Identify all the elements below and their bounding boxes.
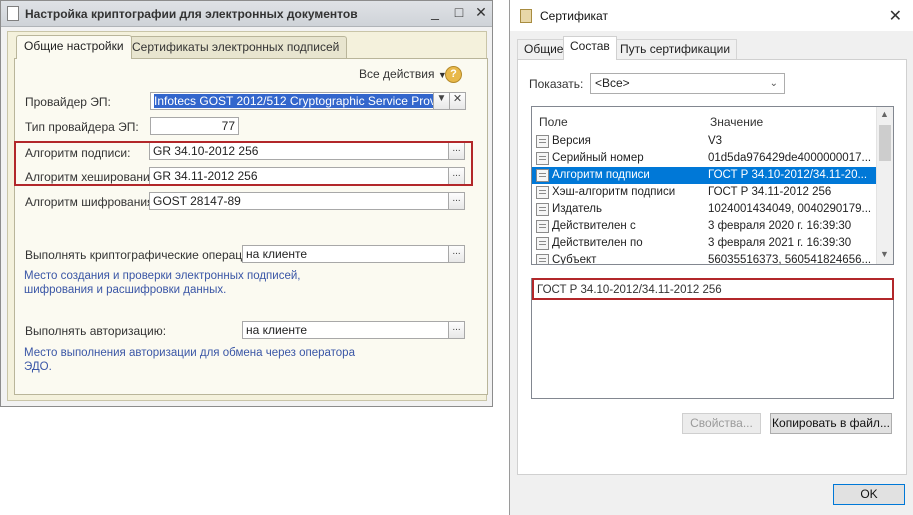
crypto-ops-hint-2: шифрования и расшифровки данных. [24,284,227,296]
highlight-frame [532,278,894,300]
show-label: Показать: [529,77,584,91]
auth-hint-1: Место выполнения авторизации для обмена … [24,347,355,359]
copy-to-file-button[interactable]: Копировать в файл... [770,413,892,434]
certificate-icon [520,9,532,23]
field-icon [536,203,549,216]
field-name: Субъект [552,254,597,265]
highlight-frame [14,141,473,186]
enc-alg-label: Алгоритм шифрования: [25,195,157,209]
field-icon [536,220,549,233]
field-name: Версия [552,135,591,147]
field-icon [536,169,549,182]
field-name: Действителен с [552,220,636,232]
tab-signature-certificates[interactable]: Сертификаты электронных подписей [124,36,348,58]
field-value: 3 февраля 2021 г. 16:39:30 [708,237,852,249]
select-button[interactable]: ... [448,245,465,263]
field-value: ГОСТ Р 34.11-2012 256 [708,186,832,198]
column-value-header[interactable]: Значение [710,115,763,129]
list-item[interactable]: Версия V3 [532,133,877,150]
title-bar: Сертификат ✕ [510,0,913,31]
provider-value: Infotecs GOST 2012/512 Cryptographic Ser… [154,94,433,108]
field-value: 56035516373, 560541824656... [708,254,872,265]
title-bar: Настройка криптографии для электронных д… [1,1,492,27]
auth-label: Выполнять авторизацию: [25,324,167,338]
tab-general-settings[interactable]: Общие настройки [16,35,132,59]
clear-icon[interactable]: ✕ [449,92,466,110]
details-panel: Показать: <Все> ⌄ Поле Значение Версия V3… [517,59,907,475]
field-value: 01d5da976429de4000000017... [708,152,872,164]
crypto-ops-label: Выполнять криптографические операции: [25,248,259,262]
field-value: ГОСТ Р 34.10-2012/34.11-20... [708,169,868,181]
field-icon [536,152,549,165]
show-select[interactable]: <Все> ⌄ [590,73,785,94]
field-name: Действителен по [552,237,643,249]
field-name: Алгоритм подписи [552,169,650,181]
list-item[interactable]: Издатель 1024001434049, 0040290179... [532,201,877,218]
provider-type-label: Тип провайдера ЭП: [25,120,139,134]
properties-button[interactable]: Свойства... [682,413,761,434]
tab-certification-path[interactable]: Путь сертификации [613,39,738,59]
scroll-thumb[interactable] [879,125,891,161]
field-value: 3 февраля 2020 г. 16:39:30 [708,220,852,232]
field-name: Серийный номер [552,152,644,164]
list-item[interactable]: Хэш-алгоритм подписи ГОСТ Р 34.11-2012 25… [532,184,877,201]
vertical-scrollbar[interactable]: ▲ ▼ [876,107,893,264]
enc-alg-field[interactable]: GOST 28147-89 [149,192,449,210]
list-item[interactable]: Действителен с 3 февраля 2020 г. 16:39:30 [532,218,877,235]
chevron-down-icon[interactable]: ▼ [433,92,450,110]
maximize-button[interactable]: □ [451,5,467,21]
field-icon [536,186,549,199]
fields-list[interactable]: Поле Значение Версия V3 Серийный номер 01d5… [531,106,894,265]
scroll-down-arrow[interactable]: ▼ [880,249,889,259]
all-actions-menu[interactable]: Все действия ▼ [359,67,447,81]
list-item[interactable]: Серийный номер 01d5da976429de4000000017..… [532,150,877,167]
field-icon [536,237,549,250]
help-icon[interactable]: ? [445,66,462,83]
window-title: Настройка криптографии для электронных д… [25,7,358,21]
provider-label: Провайдер ЭП: [25,95,111,109]
field-name: Издатель [552,203,602,215]
auth-hint-2: ЭДО. [24,361,52,373]
tab-details[interactable]: Состав [563,36,617,60]
field-value: V3 [708,135,723,147]
field-icon [536,135,549,148]
list-item[interactable]: Субъект 56035516373, 560541824656... [532,252,877,265]
chevron-down-icon: ⌄ [769,78,778,89]
provider-field[interactable]: Infotecs GOST 2012/512 Cryptographic Ser… [150,92,434,110]
close-button[interactable]: ✕ [889,6,902,26]
certificate-window: Сертификат ✕ Общие Состав Путь сертифика… [509,0,913,515]
field-name: Хэш-алгоритм подписи [552,186,676,198]
scroll-up-arrow[interactable]: ▲ [880,109,889,119]
provider-type-field[interactable]: 77 [150,117,239,135]
auth-field[interactable]: на клиенте [242,321,449,339]
ok-button[interactable]: OK [833,484,905,505]
crypto-ops-field[interactable]: на клиенте [242,245,449,263]
minimize-button[interactable]: _ [427,5,443,21]
window-title: Сертификат [540,9,608,23]
list-item[interactable]: Действителен по 3 февраля 2021 г. 16:39:3… [532,235,877,252]
show-value: <Все> [595,76,630,90]
all-actions-label: Все действия [359,67,435,81]
field-icon [536,254,549,264]
crypto-ops-hint-1: Место создания и проверки электронных по… [24,270,301,282]
document-icon [7,6,19,21]
select-button[interactable]: ... [448,321,465,339]
field-value: 1024001434049, 0040290179... [708,203,872,215]
list-item[interactable]: Алгоритм подписи ГОСТ Р 34.10-2012/34.11-… [532,167,877,184]
select-button[interactable]: ... [448,192,465,210]
column-field-header[interactable]: Поле [539,115,568,129]
close-button[interactable]: ✕ [473,5,489,21]
